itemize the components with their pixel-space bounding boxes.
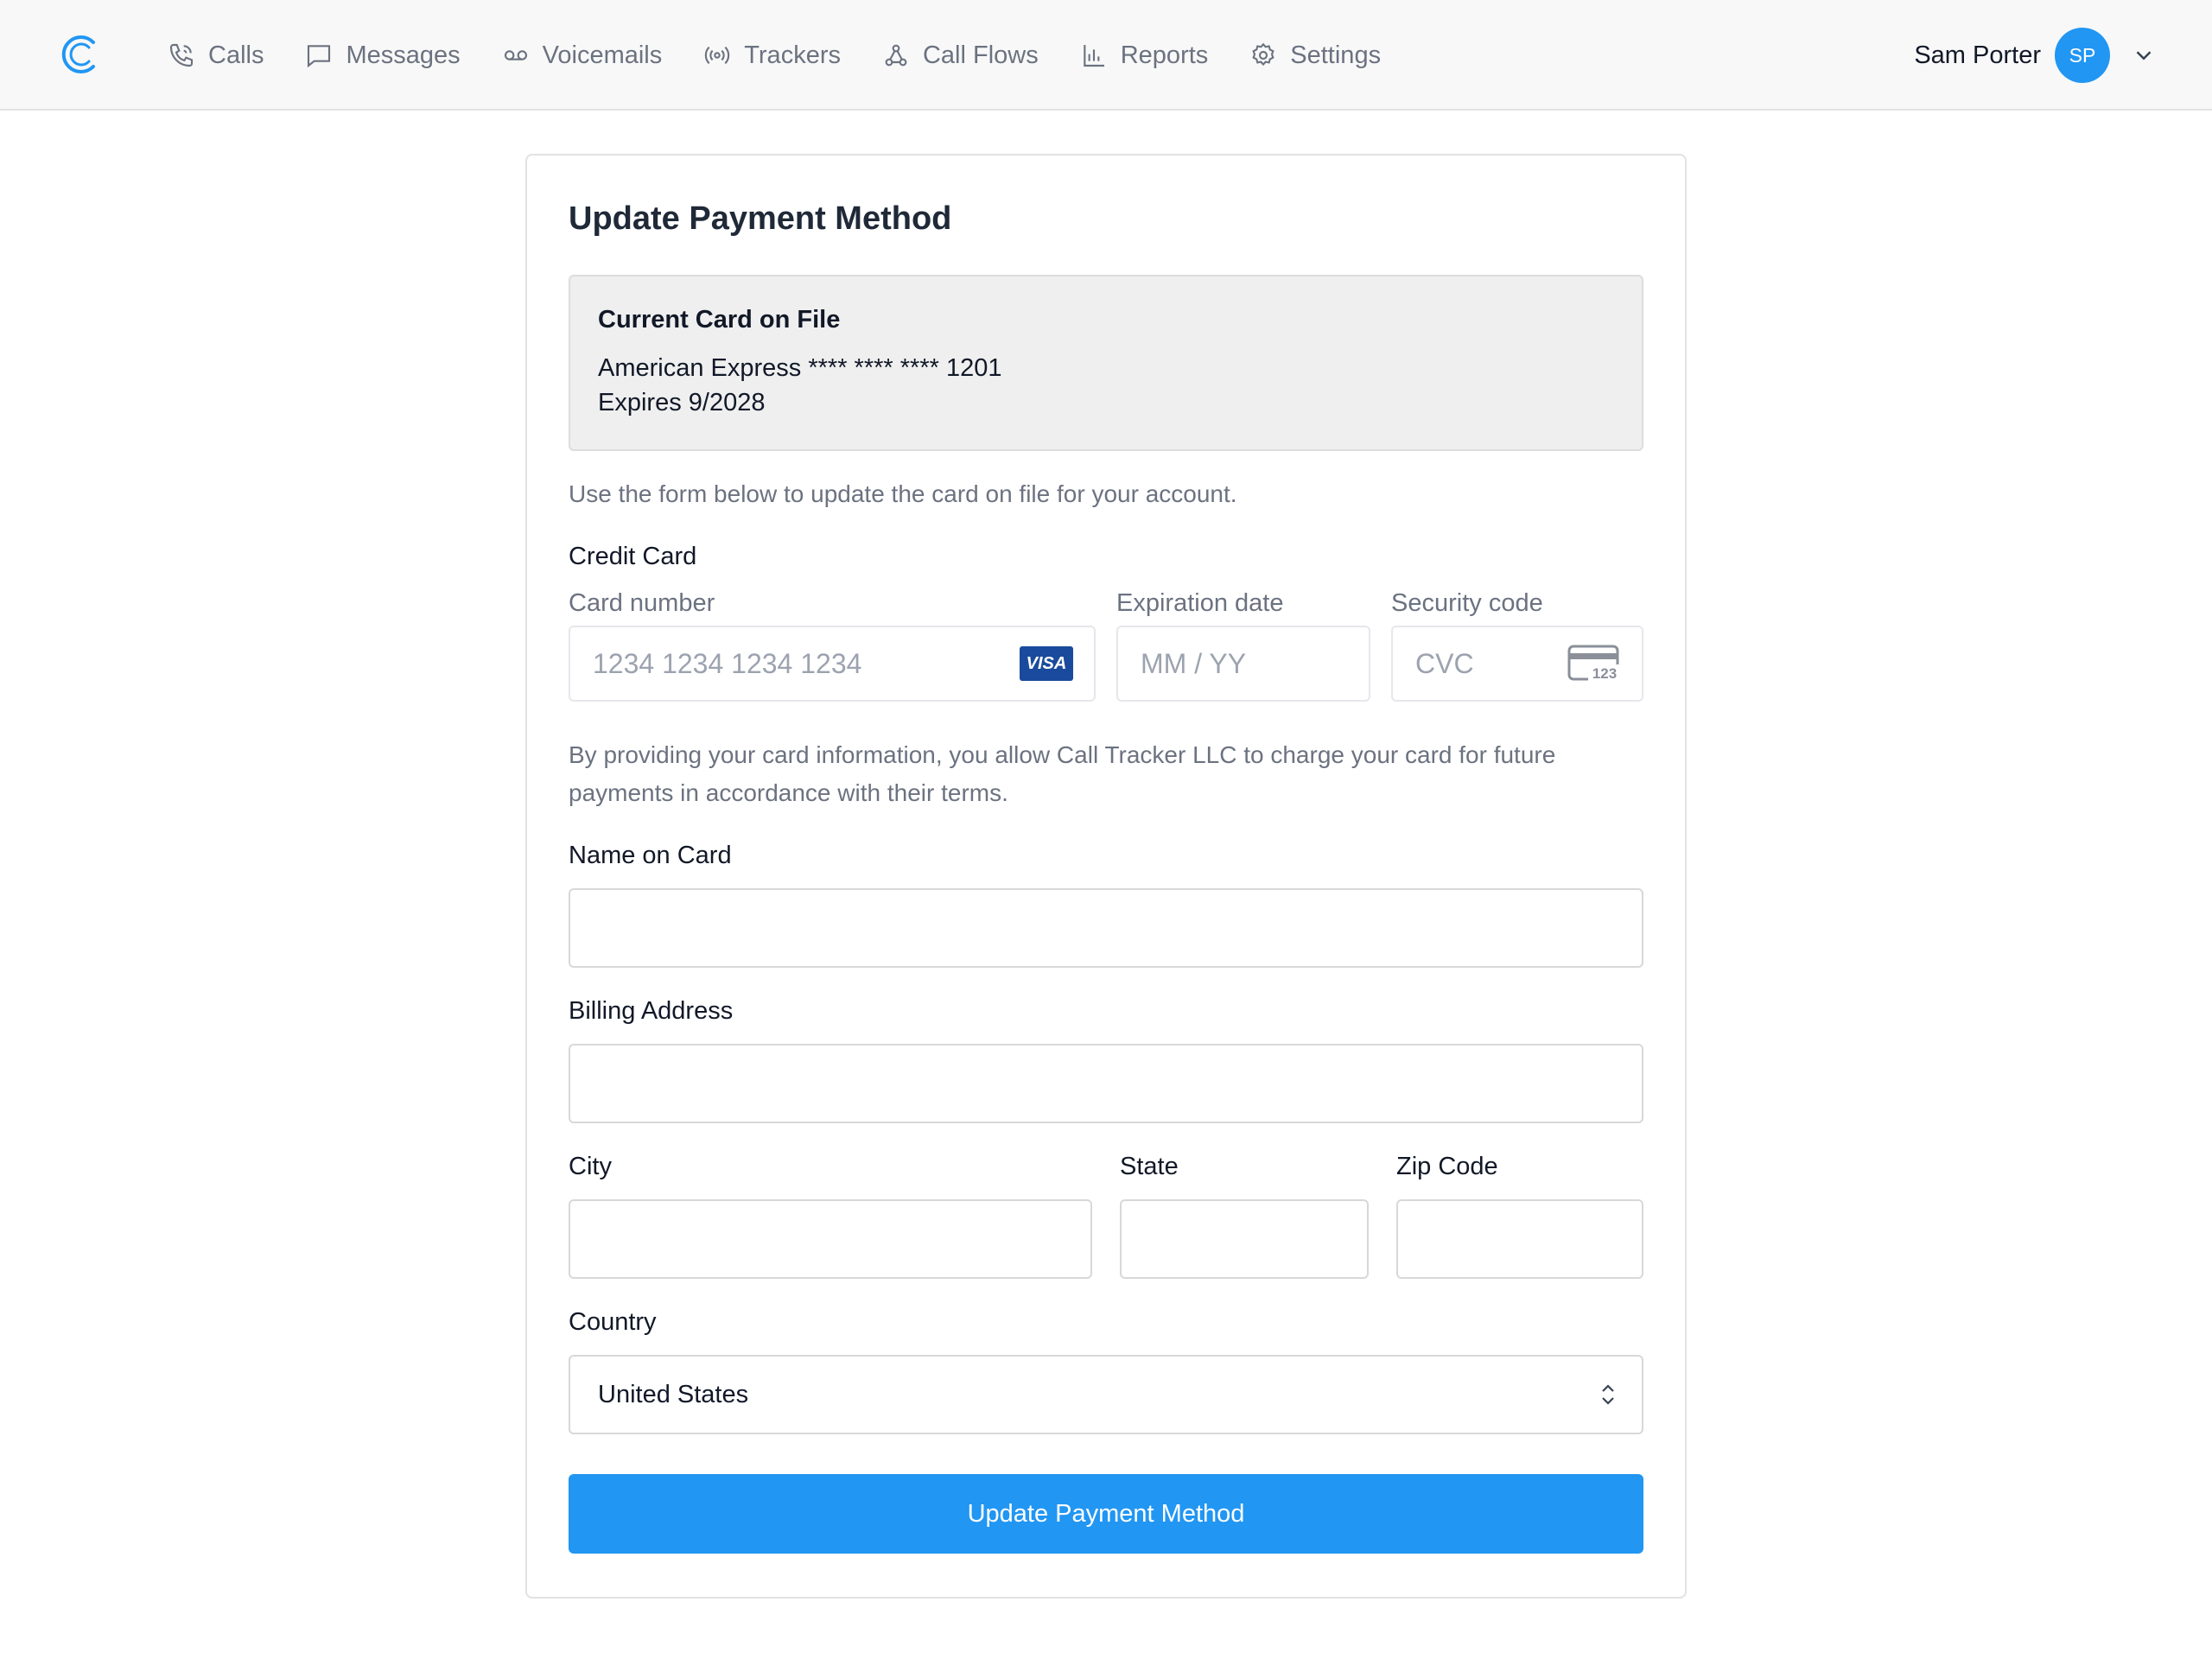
gear-icon: [1252, 42, 1274, 67]
state-label: State: [1120, 1153, 1179, 1180]
current-card-panel: Current Card on File American Express **…: [569, 275, 1643, 451]
select-arrows-icon: [1602, 1384, 1614, 1405]
user-menu[interactable]: Sam Porter SP: [1914, 28, 2157, 83]
current-card-heading: Current Card on File: [598, 306, 841, 334]
nav-item-label: Calls: [208, 41, 264, 69]
visa-brand-icon: VISA: [1020, 646, 1073, 681]
voicemail-icon: [504, 50, 527, 60]
city-input[interactable]: [569, 1199, 1092, 1279]
nav-item-reports[interactable]: Reports: [1080, 41, 1209, 70]
nav-item-call-flows[interactable]: Call Flows: [882, 41, 1039, 70]
card-number-placeholder: 1234 1234 1234 1234: [593, 647, 862, 679]
nav-item-label: Settings: [1290, 41, 1382, 69]
current-card-expiry: Expires 9/2028: [598, 389, 766, 416]
country-select[interactable]: United States: [569, 1355, 1643, 1434]
nav-item-label: Reports: [1120, 41, 1209, 69]
country-label: Country: [569, 1308, 657, 1336]
name-on-card-label: Name on Card: [569, 842, 732, 869]
main-nav: Calls Messages Voicemails Trackers Call …: [168, 0, 1422, 111]
country-selected-value: United States: [598, 1380, 749, 1408]
security-code-placeholder: CVC: [1415, 647, 1474, 679]
billing-address-label: Billing Address: [569, 997, 734, 1025]
security-code-label: Security code: [1391, 589, 1543, 617]
nav-item-label: Trackers: [744, 41, 841, 69]
name-on-card-input[interactable]: [569, 888, 1643, 968]
card-number-input[interactable]: 1234 1234 1234 1234 VISA: [569, 626, 1096, 702]
state-input[interactable]: [1120, 1199, 1369, 1279]
current-card-number: American Express **** **** **** 1201: [598, 354, 1002, 382]
security-code-input[interactable]: CVC 123: [1391, 626, 1643, 702]
nav-item-settings[interactable]: Settings: [1249, 41, 1381, 70]
cvc-icon-text: 123: [1592, 665, 1617, 682]
zip-code-label: Zip Code: [1396, 1153, 1498, 1180]
bar-chart-icon: [1084, 45, 1104, 67]
update-payment-method-button[interactable]: Update Payment Method: [569, 1474, 1643, 1554]
broadcast-icon: [705, 46, 730, 65]
app-logo-icon[interactable]: [60, 35, 100, 74]
nav-item-label: Messages: [346, 41, 461, 69]
chevron-down-icon[interactable]: [2131, 42, 2157, 68]
page-title: Update Payment Method: [569, 200, 952, 237]
message-icon: [308, 45, 331, 68]
cvc-card-icon: 123: [1567, 645, 1621, 682]
avatar[interactable]: SP: [2055, 28, 2110, 83]
city-label: City: [569, 1153, 612, 1180]
top-navigation-bar: Calls Messages Voicemails Trackers Call …: [0, 0, 2212, 111]
nav-item-trackers[interactable]: Trackers: [703, 41, 841, 70]
billing-address-input[interactable]: [569, 1044, 1643, 1123]
card-number-label: Card number: [569, 589, 715, 617]
expiration-placeholder: MM / YY: [1141, 647, 1247, 679]
nav-item-calls[interactable]: Calls: [168, 41, 264, 70]
form-hint: Use the form below to update the card on…: [569, 480, 1237, 507]
nav-item-label: Voicemails: [542, 41, 663, 69]
phone-icon: [169, 43, 194, 67]
payment-form-card: Update Payment Method Current Card on Fi…: [525, 154, 1687, 1599]
credit-card-label: Credit Card: [569, 543, 697, 570]
zip-code-input[interactable]: [1396, 1199, 1643, 1279]
nav-item-messages[interactable]: Messages: [305, 41, 461, 70]
expiration-label: Expiration date: [1116, 589, 1284, 617]
expiration-input[interactable]: MM / YY: [1116, 626, 1370, 702]
nav-item-label: Call Flows: [922, 41, 1039, 69]
flow-icon: [885, 44, 907, 67]
terms-text: By providing your card information, you …: [569, 741, 1556, 806]
nav-item-voicemails[interactable]: Voicemails: [502, 41, 663, 70]
user-name: Sam Porter: [1914, 41, 2041, 69]
